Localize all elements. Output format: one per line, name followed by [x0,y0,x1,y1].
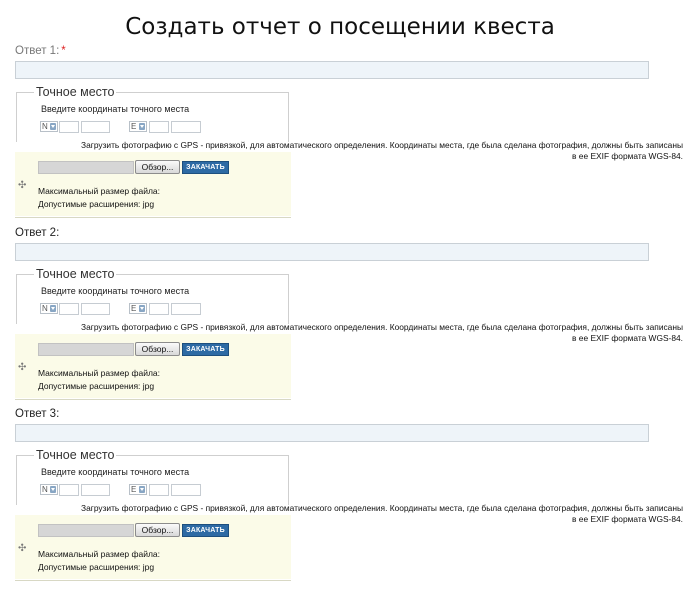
max-file-size-text: Максимальный размер файла: [38,186,161,196]
page-title: Создать отчет о посещении квеста [125,14,555,40]
chevron-down-icon [139,305,145,312]
coords-label: Введите координаты точного места [41,286,190,296]
photo-upload-area: ✣ Обзор... ЗАКАЧАТЬ Максимальный размер … [15,515,291,579]
chevron-down-icon [139,123,145,130]
photo-upload-area: ✣ Обзор... ЗАКАЧАТЬ Максимальный размер … [15,152,291,216]
chevron-down-icon [50,486,56,493]
latitude-degrees-input[interactable] [59,121,79,133]
answer-input-1[interactable] [15,61,649,79]
answer-block-3: Ответ 3: Точное место Введите координаты… [0,408,700,591]
location-fieldset-3: Точное место Введите координаты точного … [16,448,289,505]
coords-label: Введите координаты точного места [41,104,190,114]
answer-input-2[interactable] [15,243,649,261]
coords-label: Введите координаты точного места [41,467,190,477]
divider [15,399,291,400]
answer-block-1: Ответ 1: * Точное место Введите координат… [0,45,700,228]
answer-label-2: Ответ 2: [15,227,60,239]
answer-label-3: Ответ 3: [15,408,60,420]
answer-input-3[interactable] [15,424,649,442]
chevron-down-icon [50,305,56,312]
longitude-minutes-input[interactable] [171,121,201,133]
move-icon[interactable]: ✣ [18,180,26,191]
divider [15,217,291,218]
browse-button[interactable]: Обзор... [135,160,180,174]
latitude-direction-select[interactable]: N [40,303,58,314]
chevron-down-icon [50,123,56,130]
browse-button[interactable]: Обзор... [135,523,180,537]
latitude-minutes-input[interactable] [81,484,110,496]
answer-label-1: Ответ 1: * [15,45,66,57]
file-path-field[interactable] [38,524,134,537]
longitude-minutes-input[interactable] [171,303,201,315]
move-icon[interactable]: ✣ [18,362,26,373]
location-legend: Точное место [34,267,117,281]
longitude-direction-select[interactable]: E [129,484,147,495]
allowed-extensions-text: Допустимые расширения: jpg [38,381,155,391]
longitude-degrees-input[interactable] [149,484,169,496]
upload-button[interactable]: ЗАКАЧАТЬ [182,343,229,356]
upload-button[interactable]: ЗАКАЧАТЬ [182,161,229,174]
max-file-size-text: Максимальный размер файла: [38,549,161,559]
longitude-degrees-input[interactable] [149,303,169,315]
latitude-minutes-input[interactable] [81,121,110,133]
location-legend: Точное место [34,448,117,462]
longitude-direction-select[interactable]: E [129,121,147,132]
longitude-degrees-input[interactable] [149,121,169,133]
latitude-degrees-input[interactable] [59,303,79,315]
photo-upload-area: ✣ Обзор... ЗАКАЧАТЬ Максимальный размер … [15,334,291,398]
location-fieldset-2: Точное место Введите координаты точного … [16,267,289,324]
latitude-direction-select[interactable]: N [40,121,58,132]
divider [15,580,291,581]
file-path-field[interactable] [38,343,134,356]
allowed-extensions-text: Допустимые расширения: jpg [38,562,155,572]
latitude-direction-select[interactable]: N [40,484,58,495]
required-mark: * [61,45,66,57]
chevron-down-icon [139,486,145,493]
latitude-minutes-input[interactable] [81,303,110,315]
file-path-field[interactable] [38,161,134,174]
longitude-direction-select[interactable]: E [129,303,147,314]
move-icon[interactable]: ✣ [18,543,26,554]
max-file-size-text: Максимальный размер файла: [38,368,161,378]
upload-button[interactable]: ЗАКАЧАТЬ [182,524,229,537]
answer-block-2: Ответ 2: Точное место Введите координаты… [0,227,700,410]
allowed-extensions-text: Допустимые расширения: jpg [38,199,155,209]
longitude-minutes-input[interactable] [171,484,201,496]
location-legend: Точное место [34,85,117,99]
location-fieldset-1: Точное место Введите координаты точного … [16,85,289,142]
browse-button[interactable]: Обзор... [135,342,180,356]
latitude-degrees-input[interactable] [59,484,79,496]
